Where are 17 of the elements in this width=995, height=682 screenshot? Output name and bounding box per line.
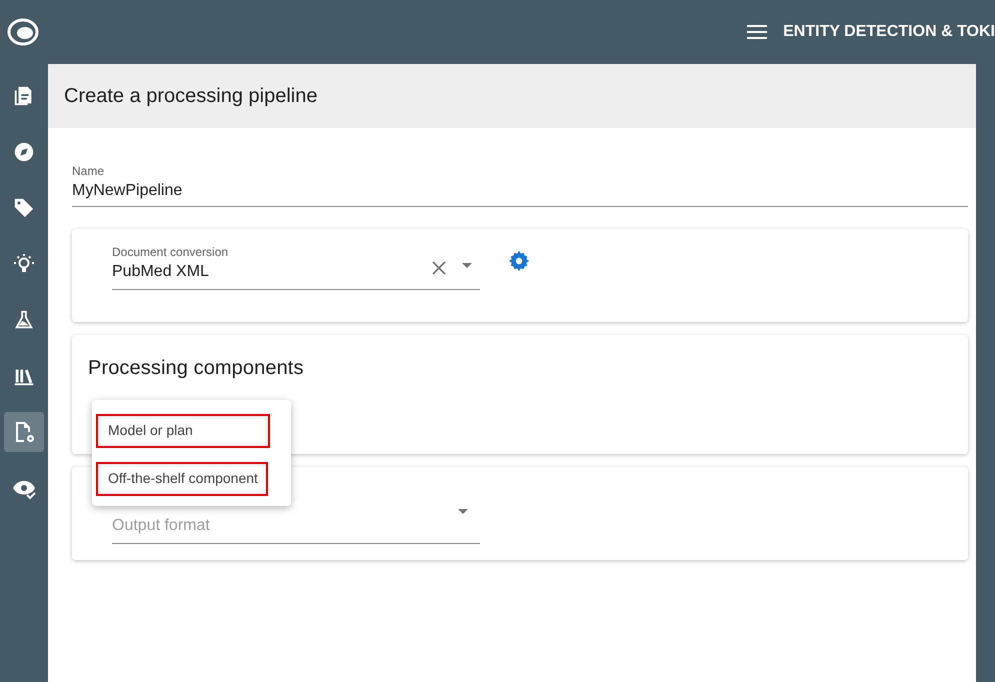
caret-icon[interactable] (458, 509, 468, 514)
flask-icon (13, 309, 35, 331)
compass-icon (13, 141, 35, 163)
section-heading: Processing components (88, 357, 305, 380)
caret-icon[interactable] (462, 263, 472, 268)
tag-icon (13, 197, 35, 219)
document-conversion-select[interactable]: Document conversion PubMed XML (112, 245, 480, 290)
name-field[interactable]: Name MyNewPipeline (72, 164, 968, 207)
app-title: ENTITY DETECTION & TOKI (783, 23, 995, 41)
sidebar-item[interactable] (4, 412, 44, 452)
settings-icon[interactable] (508, 250, 530, 272)
menu-icon[interactable] (747, 25, 768, 39)
menu-item[interactable]: Off-the-shelf component (96, 462, 268, 496)
page-title: Create a processing pipeline (64, 84, 318, 108)
clear-icon[interactable] (432, 260, 446, 274)
menu-item[interactable]: Model or plan (96, 414, 270, 448)
eye-logo-icon (7, 16, 39, 48)
